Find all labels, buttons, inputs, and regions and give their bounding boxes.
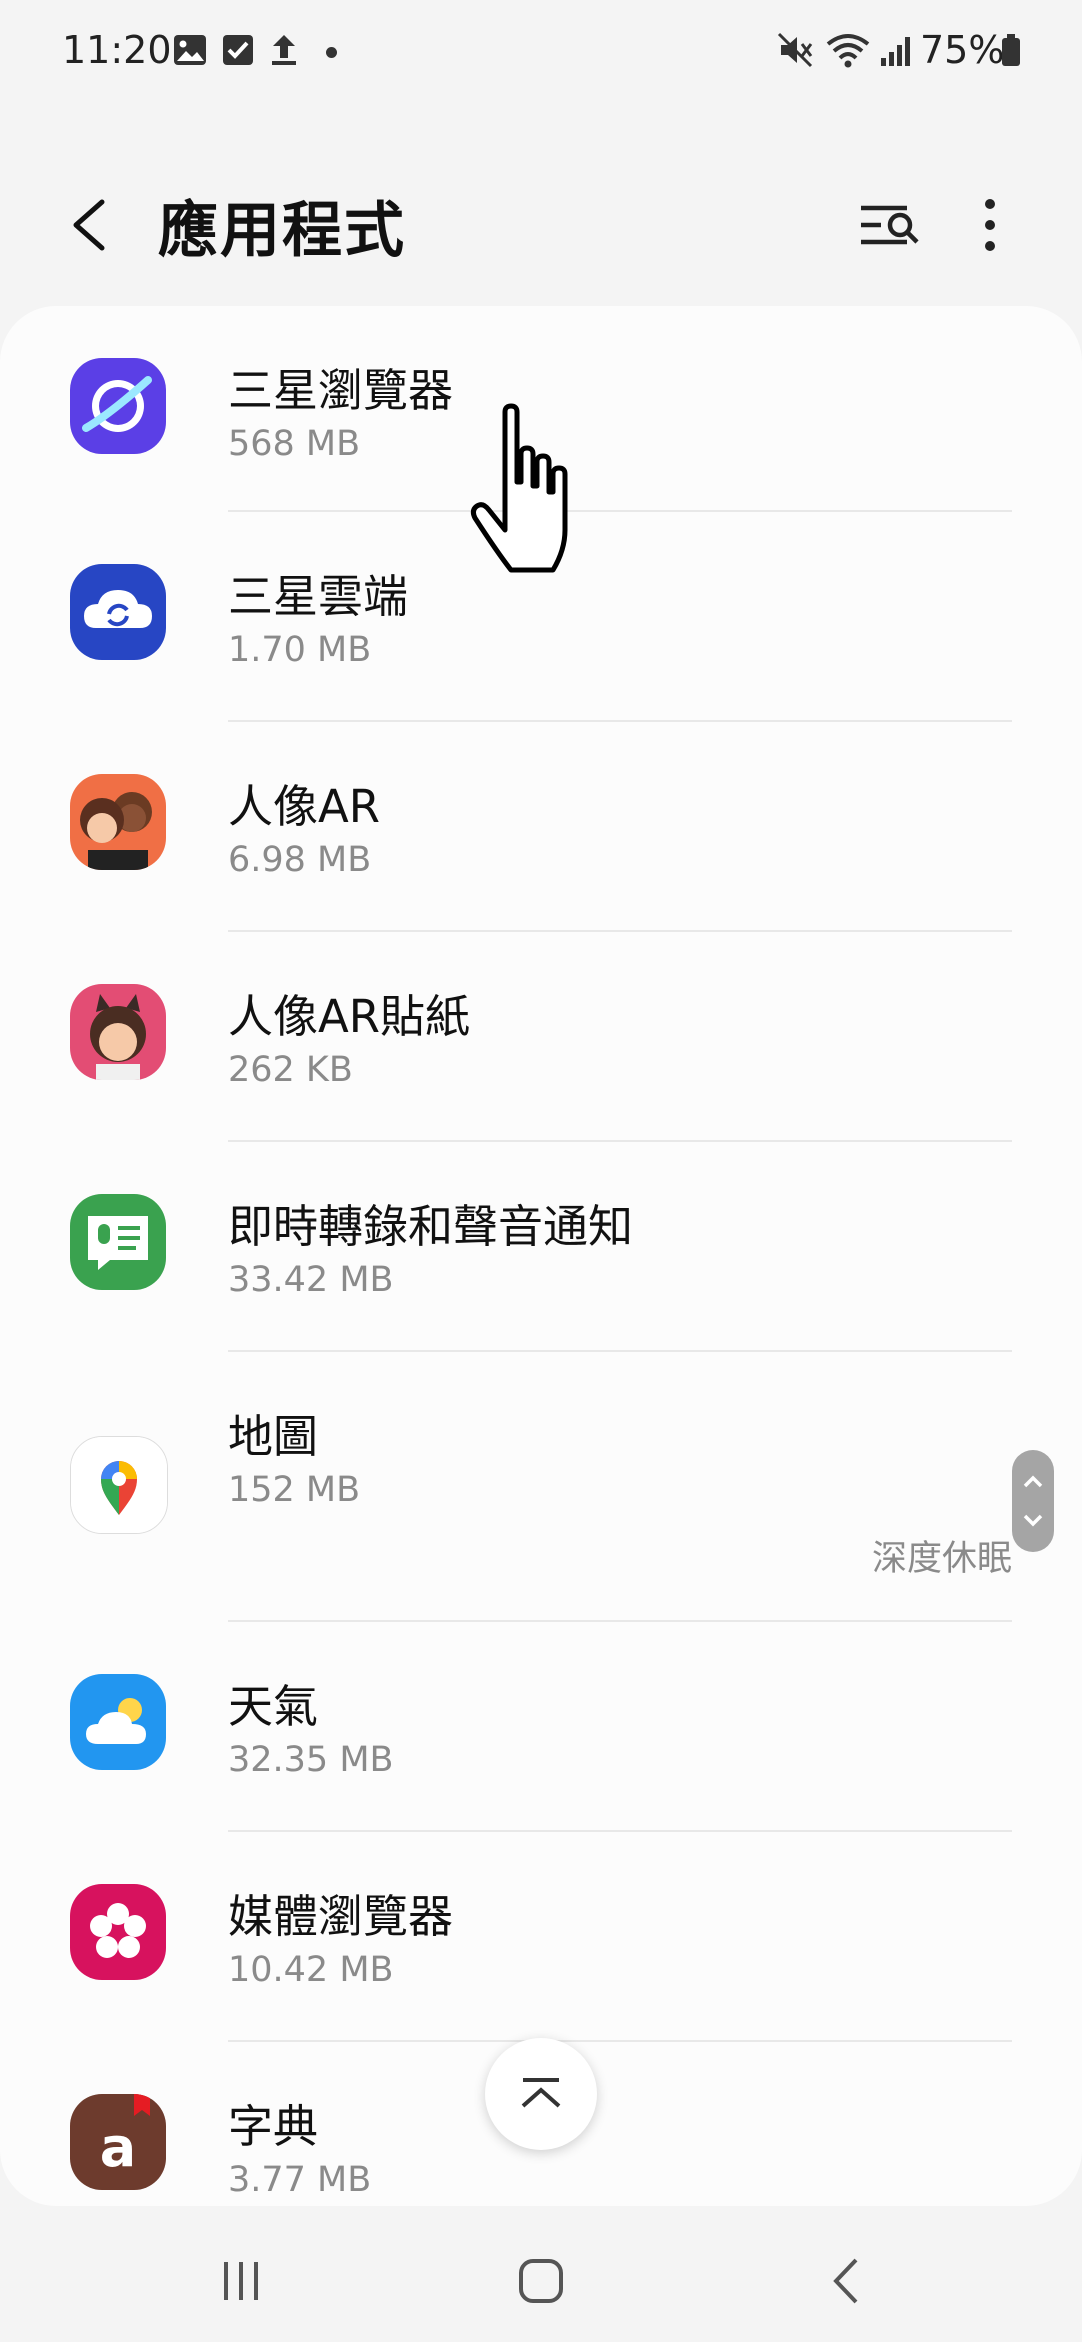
live-transcribe-icon [70, 1194, 166, 1290]
notification-dot [326, 47, 337, 58]
app-name: 三星雲端 [228, 570, 409, 623]
app-name: 字典 [228, 2100, 319, 2153]
weather-icon [70, 1674, 166, 1770]
scroll-up-down-icon [1023, 1475, 1043, 1527]
app-name: 媒體瀏覽器 [228, 1890, 454, 1943]
app-list-item-weather[interactable]: 天氣 32.35 MB [0, 1622, 1082, 1832]
app-size: 10.42 MB [228, 1950, 394, 1990]
app-name: 即時轉錄和聲音通知 [228, 1200, 634, 1253]
fast-scroll-handle[interactable] [1012, 1450, 1054, 1552]
samsung-internet-icon [70, 358, 166, 454]
maps-icon [70, 1436, 168, 1534]
app-list: 三星瀏覽器 568 MB 三星雲端 1.70 MB 人像AR 6.98 MB 人… [0, 306, 1082, 2206]
app-size: 1.70 MB [228, 630, 372, 670]
app-bar: 應用程式 [0, 150, 1082, 290]
ar-sticker-icon [70, 984, 166, 1080]
app-list-item-maps[interactable]: 地圖 152 MB 深度休眠 [0, 1352, 1082, 1622]
search-filter-icon[interactable] [855, 190, 925, 260]
app-name: 人像AR貼紙 [228, 990, 471, 1043]
app-name: 地圖 [228, 1410, 319, 1463]
checkbox-icon [223, 35, 253, 65]
app-name: 三星瀏覽器 [228, 364, 454, 417]
dictionary-icon: a [70, 2094, 166, 2190]
samsung-cloud-icon [70, 564, 166, 660]
battery-icon [1002, 34, 1020, 66]
app-name: 天氣 [228, 1680, 319, 1733]
battery-percentage: 75% [920, 28, 1005, 72]
navigation-bar [0, 2210, 1082, 2342]
more-options-icon[interactable] [960, 190, 1020, 260]
app-size: 6.98 MB [228, 840, 372, 880]
app-size: 262 KB [228, 1050, 353, 1090]
svg-text:a: a [100, 2116, 136, 2179]
app-list-item-live-transcribe[interactable]: 即時轉錄和聲音通知 33.42 MB [0, 1142, 1082, 1352]
recents-icon[interactable] [206, 2246, 276, 2316]
wifi-icon [826, 34, 870, 68]
status-bar: 11:20 75% [0, 0, 1082, 100]
app-size: 32.35 MB [228, 1740, 394, 1780]
upload-icon [272, 35, 296, 65]
app-list-item-ar-emoji[interactable]: 人像AR 6.98 MB [0, 722, 1082, 932]
gallery-icon [174, 35, 206, 65]
mute-icon [777, 32, 813, 68]
status-time: 11:20 [62, 28, 172, 72]
app-size: 568 MB [228, 424, 361, 464]
scroll-to-top-icon [521, 2078, 561, 2108]
back-icon[interactable] [60, 190, 120, 260]
app-list-item-ar-sticker[interactable]: 人像AR貼紙 262 KB [0, 932, 1082, 1142]
media-browser-icon [70, 1884, 166, 1980]
signal-icon [881, 37, 910, 66]
hand-pointer-cursor-icon [470, 403, 568, 573]
home-icon[interactable] [506, 2246, 576, 2316]
app-list-item-media-browser[interactable]: 媒體瀏覽器 10.42 MB [0, 1832, 1082, 2042]
scroll-to-top-button[interactable] [485, 2038, 597, 2150]
app-size: 33.42 MB [228, 1260, 394, 1300]
ar-emoji-icon [70, 774, 166, 870]
page-title: 應用程式 [158, 196, 406, 266]
app-size: 3.77 MB [228, 2160, 372, 2200]
app-name: 人像AR [228, 780, 381, 833]
app-status-badge: 深度休眠 [871, 1539, 1012, 1579]
back-nav-icon[interactable] [812, 2246, 882, 2316]
app-size: 152 MB [228, 1470, 361, 1510]
